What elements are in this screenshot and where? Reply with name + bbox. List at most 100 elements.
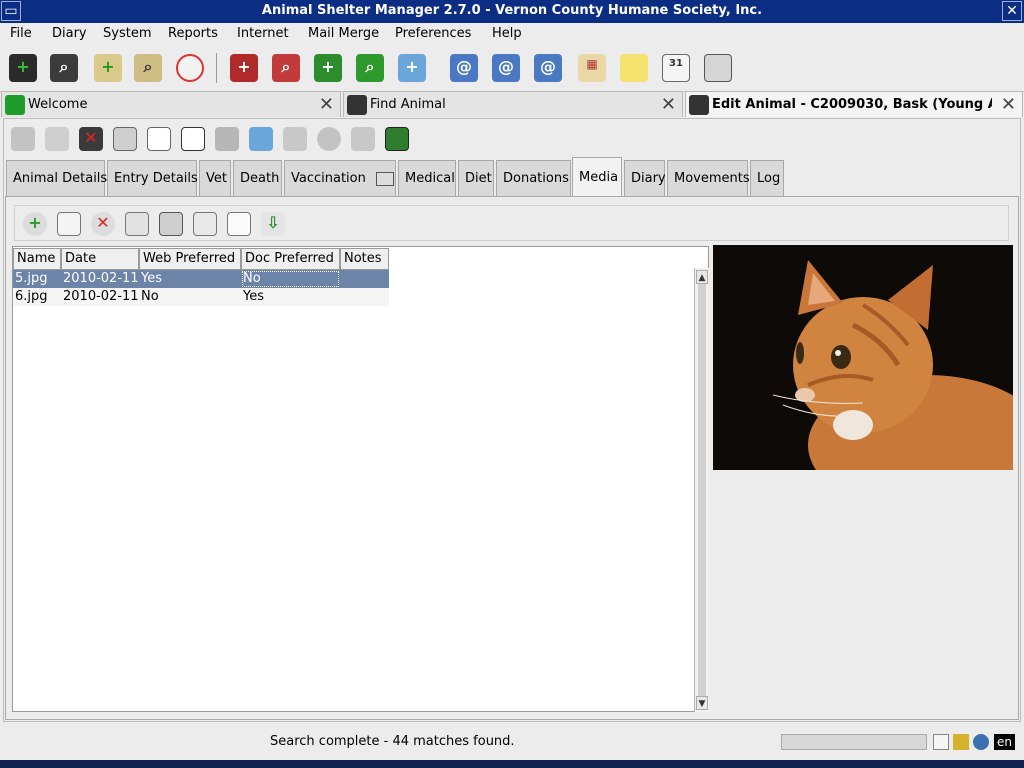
- email-button-1[interactable]: @: [446, 50, 482, 86]
- tab-welcome[interactable]: Welcome ✕: [1, 91, 341, 117]
- waiting-list-add-button[interactable]: [246, 124, 276, 154]
- column-header-doc-preferred[interactable]: Doc Preferred: [241, 248, 340, 270]
- tab-diary[interactable]: Diary: [624, 160, 666, 196]
- tab-label: Find Animal: [370, 97, 446, 112]
- scan-media-button[interactable]: [123, 210, 151, 238]
- document-tabs: Welcome ✕ Find Animal ✕ Edit Animal - C2…: [0, 91, 1024, 118]
- media-preview-photo: [713, 245, 1013, 470]
- close-window-button[interactable]: ✕: [1002, 1, 1022, 21]
- tab-movements[interactable]: Movements: [667, 160, 750, 196]
- cat-icon: [689, 95, 709, 115]
- menu-diary[interactable]: Diary: [52, 26, 87, 41]
- add-found-animal-button[interactable]: +: [310, 50, 346, 86]
- calendar-button[interactable]: 31: [658, 50, 694, 86]
- find-found-animal-icon: ⌕: [356, 54, 384, 82]
- table-row[interactable]: 5.jpg 2010-02-11 Yes No: [13, 270, 389, 288]
- tab-edit-animal[interactable]: Edit Animal - C2009030, Bask (Young A...…: [685, 91, 1023, 117]
- find-person-button[interactable]: ⌕: [130, 50, 166, 86]
- web-preferred-button[interactable]: [191, 210, 219, 238]
- add-media-icon: +: [23, 212, 47, 236]
- column-header-notes[interactable]: Notes: [340, 248, 389, 270]
- column-header-web-preferred[interactable]: Web Preferred: [139, 248, 241, 270]
- table-row[interactable]: 6.jpg 2010-02-11 No Yes: [13, 288, 389, 306]
- puzzle-add-icon: [249, 127, 273, 151]
- language-indicator[interactable]: en: [994, 734, 1015, 750]
- delete-animal-button[interactable]: ✕: [76, 124, 106, 154]
- cell-web-preferred: No: [141, 289, 159, 304]
- owner-button[interactable]: [212, 124, 242, 154]
- paw-icon: [5, 95, 25, 115]
- tab-medical[interactable]: Medical: [398, 160, 456, 196]
- tab-log[interactable]: Log: [750, 160, 784, 196]
- menu-mail-merge[interactable]: Mail Merge: [308, 26, 379, 41]
- print-button[interactable]: [700, 50, 736, 86]
- tab-animal-details[interactable]: Animal Details: [6, 160, 107, 196]
- settings-button[interactable]: [314, 124, 344, 154]
- add-person-button[interactable]: +: [90, 50, 126, 86]
- waiting-list-button[interactable]: +: [394, 50, 430, 86]
- column-header-date[interactable]: Date: [61, 248, 139, 270]
- tab-vet[interactable]: Vet: [199, 160, 231, 196]
- tab-diet[interactable]: Diet: [458, 160, 494, 196]
- vertical-scrollbar[interactable]: ▲ ▼: [694, 268, 709, 712]
- cell-date: 2010-02-11: [63, 271, 139, 286]
- doc-preferred-button[interactable]: [225, 210, 253, 238]
- close-icon[interactable]: ✕: [1001, 94, 1016, 115]
- open-media-button[interactable]: [157, 210, 185, 238]
- people-button[interactable]: [348, 124, 378, 154]
- find-found-animal-button[interactable]: ⌕: [352, 50, 388, 86]
- menu-preferences[interactable]: Preferences: [395, 26, 471, 41]
- menu-help[interactable]: Help: [492, 26, 522, 41]
- tab-donations[interactable]: Donations: [496, 160, 571, 196]
- document-button[interactable]: [144, 124, 174, 154]
- menu-system[interactable]: System: [103, 26, 151, 41]
- scroll-up-arrow-icon[interactable]: ▲: [696, 270, 708, 284]
- add-animal-icon: +: [9, 54, 37, 82]
- close-icon[interactable]: ✕: [319, 94, 334, 115]
- email-button-3[interactable]: @: [530, 50, 566, 86]
- print-animal-button[interactable]: [110, 124, 140, 154]
- tab-media[interactable]: Media: [572, 157, 622, 197]
- add-lost-animal-button[interactable]: +: [226, 50, 262, 86]
- tab-entry-details[interactable]: Entry Details: [107, 160, 198, 196]
- coins-icon: [953, 734, 969, 750]
- folder-icon: [283, 127, 307, 151]
- cell-doc-preferred: No: [241, 270, 340, 288]
- lost-found-button[interactable]: [172, 50, 208, 86]
- diary-task-icon: [181, 127, 205, 151]
- menu-internet[interactable]: Internet: [237, 26, 289, 41]
- save-button[interactable]: [8, 124, 38, 154]
- find-lost-animal-button[interactable]: ⌕: [268, 50, 304, 86]
- edit-media-button[interactable]: [55, 210, 83, 238]
- add-animal-button[interactable]: +: [5, 50, 41, 86]
- folder-button[interactable]: [280, 124, 310, 154]
- menu-reports[interactable]: Reports: [168, 26, 218, 41]
- find-person-icon: ⌕: [134, 54, 162, 82]
- media-list[interactable]: [12, 246, 709, 712]
- scrollbar-track[interactable]: [698, 284, 706, 696]
- cell-web-preferred: Yes: [141, 271, 162, 286]
- close-icon[interactable]: ✕: [661, 94, 676, 115]
- add-media-button[interactable]: +: [21, 210, 49, 238]
- delete-media-button[interactable]: ✕: [89, 210, 117, 238]
- scanner-icon: [125, 212, 149, 236]
- notes-button[interactable]: [616, 50, 652, 86]
- tab-vaccination[interactable]: Vaccination: [284, 160, 396, 196]
- email-button-2[interactable]: @: [488, 50, 524, 86]
- status-message: Search complete - 44 matches found.: [270, 734, 515, 749]
- tab-find-animal[interactable]: Find Animal ✕: [343, 91, 683, 117]
- diary-button[interactable]: ▦: [574, 50, 610, 86]
- clone-button[interactable]: [42, 124, 72, 154]
- health-button[interactable]: [382, 124, 412, 154]
- scroll-down-arrow-icon[interactable]: ▼: [696, 696, 708, 710]
- menu-file[interactable]: File: [10, 26, 32, 41]
- tab-death[interactable]: Death: [233, 160, 282, 196]
- save-media-button[interactable]: ⇩: [259, 210, 287, 238]
- find-animal-button[interactable]: ⌕: [46, 50, 82, 86]
- column-header-name[interactable]: Name: [13, 248, 61, 270]
- delete-media-icon: ✕: [91, 212, 115, 236]
- cat-photo: [713, 245, 1013, 470]
- diary-task-button[interactable]: [178, 124, 208, 154]
- media-toolbar: + ✕ ⇩: [14, 205, 1009, 241]
- add-person-icon: +: [94, 54, 122, 82]
